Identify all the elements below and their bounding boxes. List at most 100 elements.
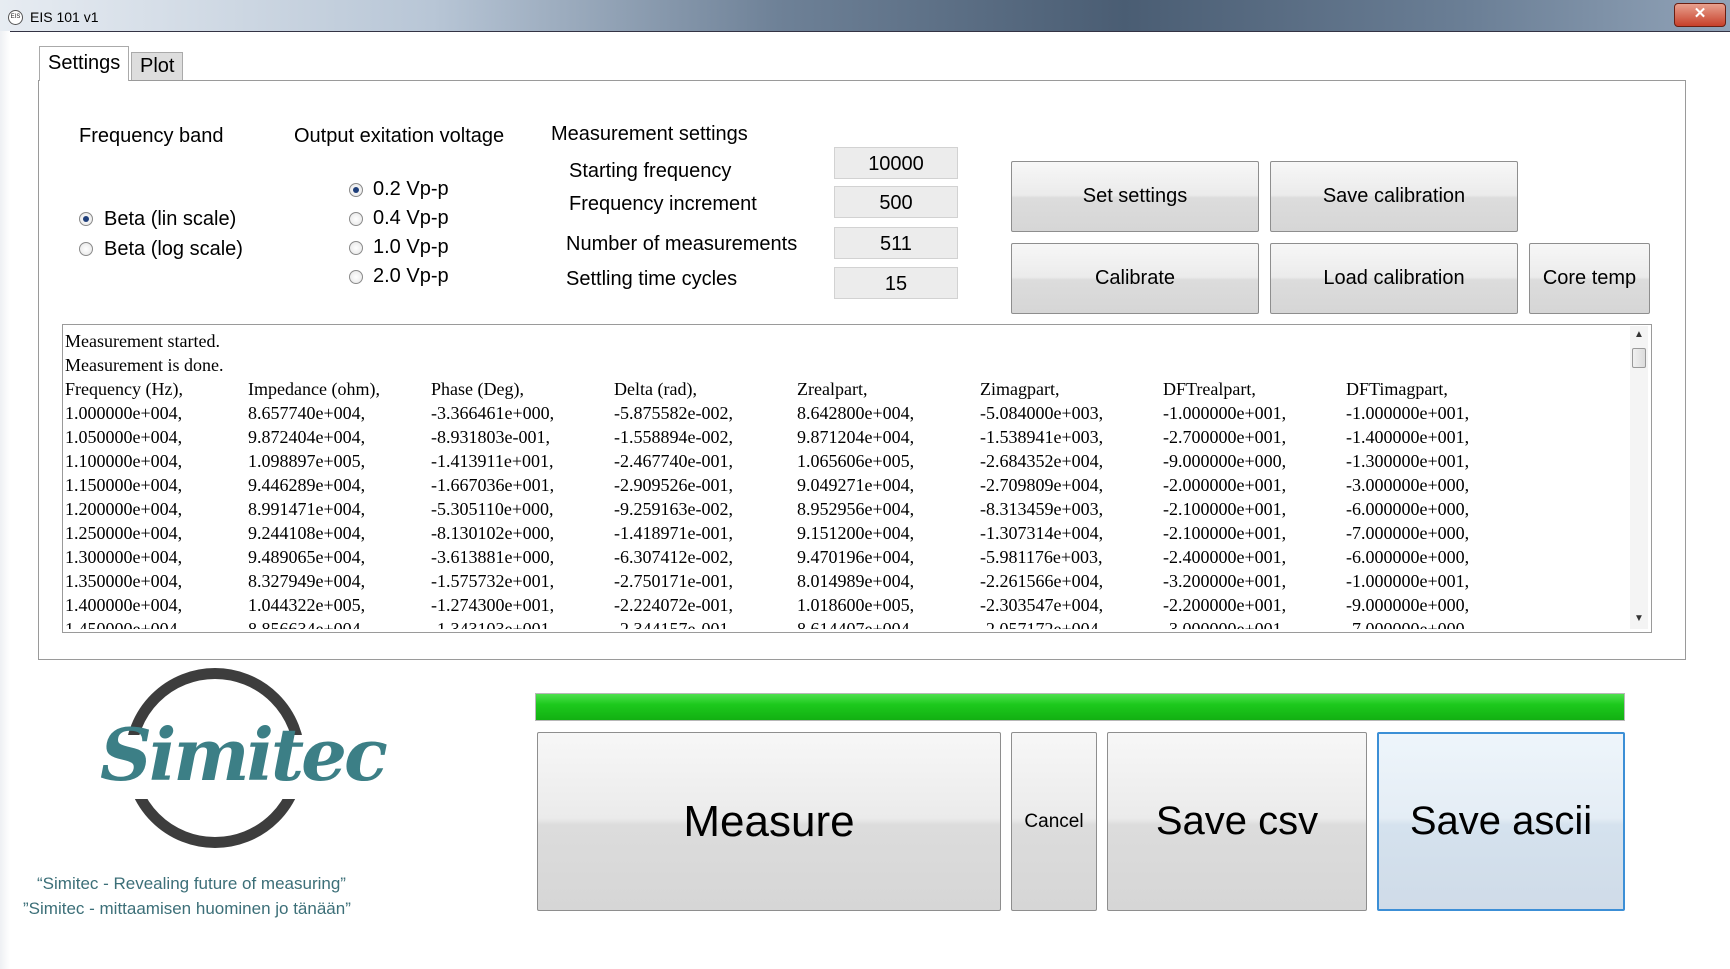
log-cell: 8.642800e+004,	[797, 403, 915, 423]
log-cell: -2.000000e+001,	[1163, 475, 1287, 495]
log-cell: -9.000000e+000,	[1346, 595, 1470, 615]
log-cell: 9.244108e+004,	[248, 523, 366, 543]
log-cell: 1.000000e+004,	[65, 403, 183, 423]
log-cell: -5.981176e+003,	[980, 547, 1103, 567]
log-cell: 8.856634e+004,	[248, 619, 366, 629]
radio-0-2-vpp[interactable]	[349, 183, 363, 197]
close-button[interactable]: ✕	[1674, 3, 1726, 27]
log-cell: -1.343103e+001,	[431, 619, 555, 629]
save-calibration-button[interactable]: Save calibration	[1270, 161, 1518, 232]
radio-beta-lin[interactable]	[79, 212, 93, 226]
log-data-row: 1.450000e+004, 8.856634e+004, -1.343103e+0…	[65, 617, 1625, 629]
radio-0-2-vpp-label[interactable]: 0.2 Vp-p	[373, 178, 449, 201]
log-header: Zimagpart,	[980, 379, 1060, 399]
log-cell: -6.307412e-002,	[614, 547, 733, 567]
log-cell: -1.000000e+001,	[1346, 403, 1470, 423]
log-data-row: 1.050000e+004, 9.872404e+004, -8.931803e-0…	[65, 425, 1625, 449]
scroll-up-icon[interactable]: ▲	[1631, 328, 1647, 342]
log-header: DFTimagpart,	[1346, 379, 1448, 399]
log-cell: 9.151200e+004,	[797, 523, 915, 543]
log-cell: 8.657740e+004,	[248, 403, 366, 423]
radio-beta-lin-label[interactable]: Beta (lin scale)	[104, 208, 236, 231]
log-cell: -9.000000e+000,	[1163, 451, 1287, 471]
log-header: Impedance (ohm),	[248, 379, 380, 399]
log-cell: 1.018600e+005,	[797, 595, 915, 615]
log-cell: 1.300000e+004,	[65, 547, 183, 567]
log-cell: -2.400000e+001,	[1163, 547, 1287, 567]
frequency-increment-input[interactable]: 500	[834, 186, 958, 218]
log-cell: -3.000000e+000,	[1346, 475, 1470, 495]
number-of-measurements-input[interactable]: 511	[834, 227, 958, 259]
log-cell: 9.489065e+004,	[248, 547, 366, 567]
log-cell: -8.130102e+000,	[431, 523, 555, 543]
log-data-row: 1.150000e+004, 9.446289e+004, -1.667036e+0…	[65, 473, 1625, 497]
log-data-row: 1.250000e+004, 9.244108e+004, -8.130102e+0…	[65, 521, 1625, 545]
scroll-down-icon[interactable]: ▼	[1631, 612, 1647, 626]
log-data-row: 1.000000e+004, 8.657740e+004, -3.366461e+0…	[65, 401, 1625, 425]
log-cell: -2.750171e-001,	[614, 571, 733, 591]
log-cell: -1.307314e+004,	[980, 523, 1104, 543]
log-cell: -2.100000e+001,	[1163, 523, 1287, 543]
log-cell: -7.000000e+000,	[1346, 523, 1470, 543]
measure-button[interactable]: Measure	[537, 732, 1001, 911]
log-cell: -3.200000e+001,	[1163, 571, 1287, 591]
log-header-row: Frequency (Hz), Impedance (ohm), Phase (…	[65, 377, 1625, 401]
log-cell: -2.709809e+004,	[980, 475, 1104, 495]
log-data-row: 1.400000e+004, 1.044322e+005, -1.274300e+0…	[65, 593, 1625, 617]
tab-settings[interactable]: Settings	[39, 46, 130, 81]
log-cell: 9.470196e+004,	[797, 547, 915, 567]
cancel-button[interactable]: Cancel	[1011, 732, 1097, 911]
settling-time-cycles-input[interactable]: 15	[834, 267, 958, 299]
radio-0-4-vpp[interactable]	[349, 212, 363, 226]
save-csv-button[interactable]: Save csv	[1107, 732, 1367, 911]
set-settings-button[interactable]: Set settings	[1011, 161, 1259, 232]
log-content: Measurement started. Measurement is done…	[65, 329, 1625, 629]
settling-time-cycles-label: Settling time cycles	[566, 268, 738, 290]
log-cell: -1.667036e+001,	[431, 475, 555, 495]
log-data-row: 1.100000e+004, 1.098897e+005, -1.413911e+0…	[65, 449, 1625, 473]
tab-plot[interactable]: Plot	[131, 52, 184, 80]
radio-beta-log[interactable]	[79, 242, 93, 256]
radio-1-0-vpp[interactable]	[349, 241, 363, 255]
log-scrollbar[interactable]	[1630, 326, 1648, 629]
log-cell: -2.344157e-001,	[614, 619, 733, 629]
radio-0-4-vpp-label[interactable]: 0.4 Vp-p	[373, 207, 449, 230]
log-cell: -1.000000e+001,	[1163, 403, 1287, 423]
log-cell: -1.538941e+003,	[980, 427, 1104, 447]
log-cell: 9.049271e+004,	[797, 475, 915, 495]
radio-2-0-vpp-label[interactable]: 2.0 Vp-p	[373, 265, 449, 288]
log-cell: -5.084000e+003,	[980, 403, 1104, 423]
log-header: Frequency (Hz),	[65, 379, 183, 399]
log-cell: 9.446289e+004,	[248, 475, 366, 495]
starting-frequency-input[interactable]: 10000	[834, 147, 958, 179]
log-cell: 8.014989e+004,	[797, 571, 915, 591]
log-cell: -1.418971e-001,	[614, 523, 733, 543]
radio-beta-log-label[interactable]: Beta (log scale)	[104, 238, 243, 261]
log-cell: -2.200000e+001,	[1163, 595, 1287, 615]
log-header: Phase (Deg),	[431, 379, 524, 399]
number-of-measurements-label: Number of measurements	[566, 233, 798, 255]
window-title: EIS 101 v1	[30, 9, 99, 25]
scroll-thumb[interactable]	[1632, 348, 1646, 368]
simitec-logo: Simitec	[100, 712, 388, 797]
save-ascii-button[interactable]: Save ascii	[1377, 732, 1625, 911]
calibrate-button[interactable]: Calibrate	[1011, 243, 1259, 314]
window-border	[0, 31, 10, 969]
radio-1-0-vpp-label[interactable]: 1.0 Vp-p	[373, 236, 449, 259]
core-temp-button[interactable]: Core temp	[1529, 243, 1650, 314]
log-cell: -2.303547e+004,	[980, 595, 1104, 615]
log-cell: -1.575732e+001,	[431, 571, 555, 591]
log-cell: -1.413911e+001,	[431, 451, 554, 471]
slogan-english: “Simitec - Revealing future of measuring…	[37, 874, 346, 893]
progress-bar	[535, 693, 1625, 721]
load-calibration-button[interactable]: Load calibration	[1270, 243, 1518, 314]
log-cell: 1.098897e+005,	[248, 451, 366, 471]
slogan-finnish: ”Simitec - mittaamisen huominen jo tänää…	[23, 899, 351, 918]
radio-2-0-vpp[interactable]	[349, 270, 363, 284]
frequency-band-heading: Frequency band	[79, 125, 224, 147]
log-cell: 1.044322e+005,	[248, 595, 366, 615]
log-cell: 8.952956e+004,	[797, 499, 915, 519]
measurement-log[interactable]: Measurement started. Measurement is done…	[62, 324, 1652, 633]
log-cell: 1.200000e+004,	[65, 499, 183, 519]
voltage-heading: Output exitation voltage	[294, 125, 505, 147]
